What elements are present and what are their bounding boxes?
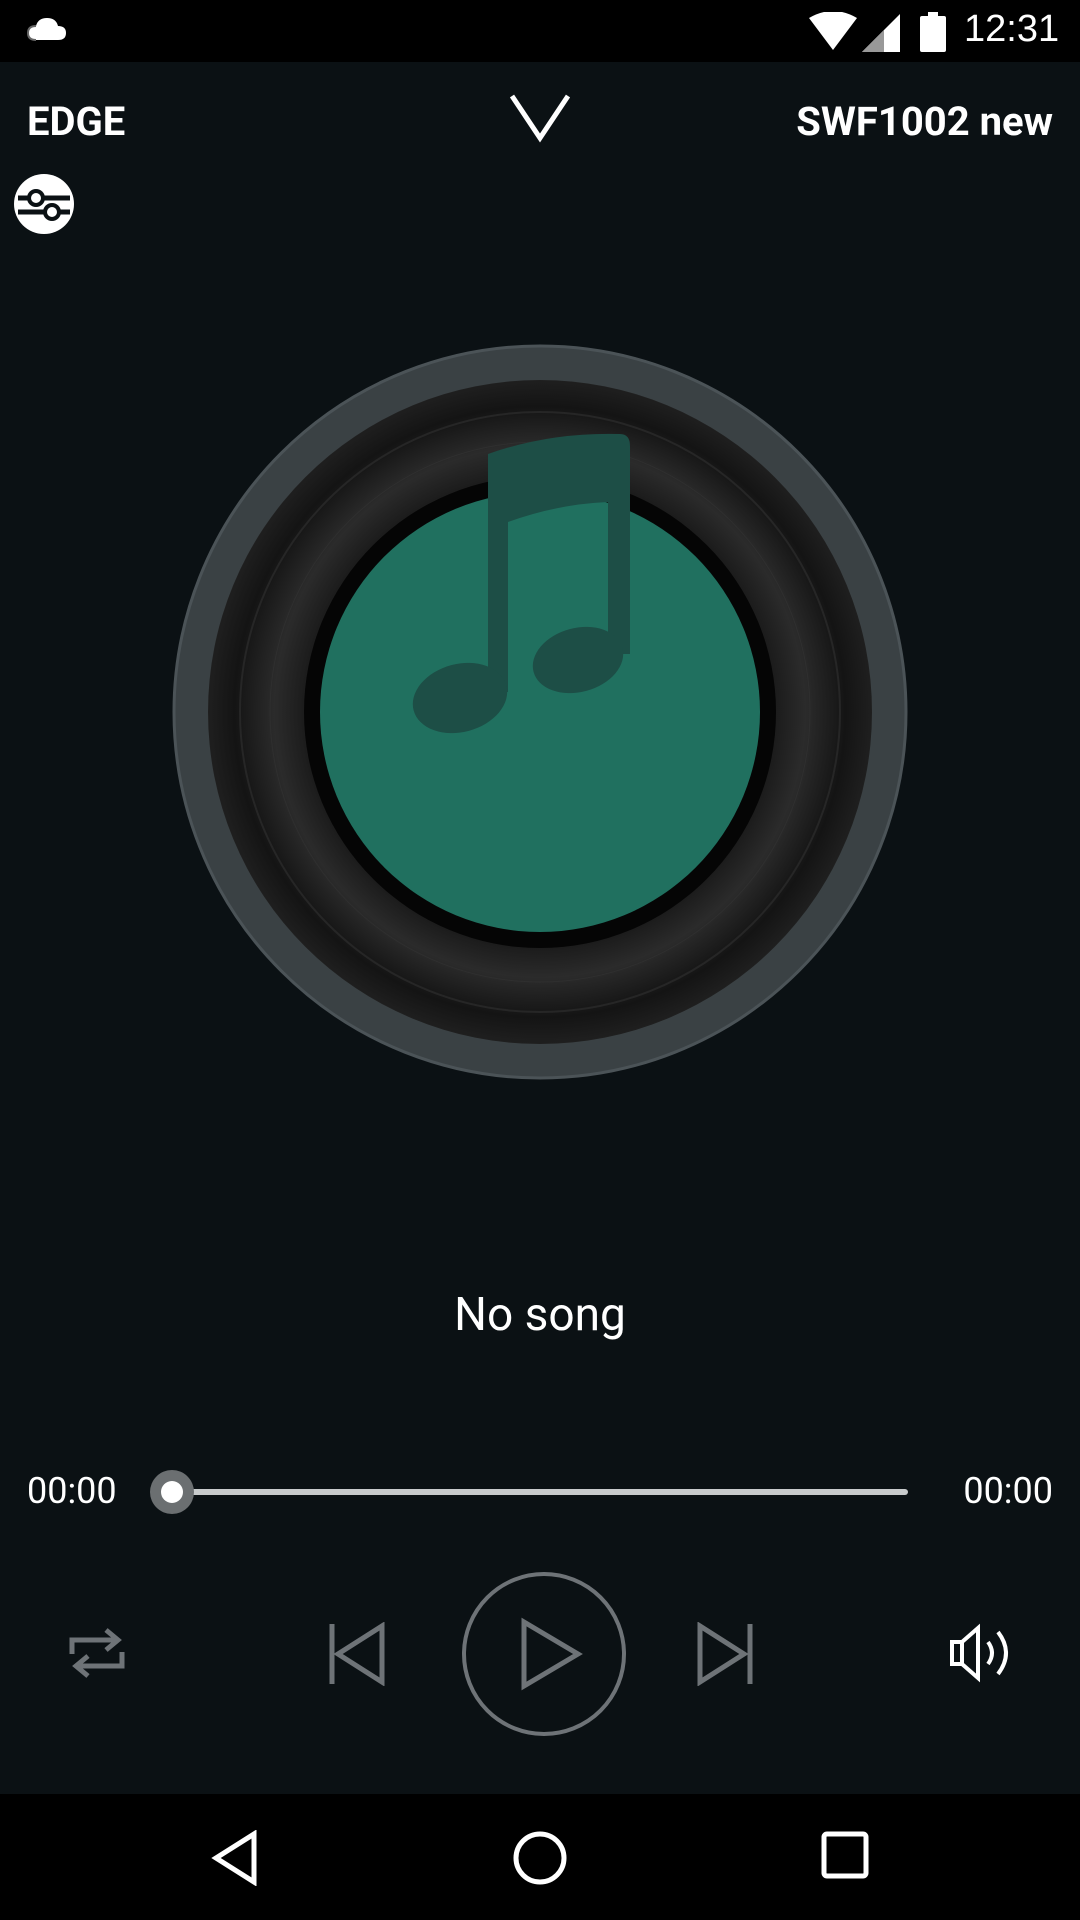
play-button[interactable]: [460, 1570, 628, 1742]
network-label: EDGE: [27, 98, 126, 145]
album-disc: [170, 342, 910, 1086]
volume-icon[interactable]: [948, 1620, 1020, 1690]
music-player: EDGE SWF1002 new No song 00:00 00:00: [0, 62, 1080, 1794]
battery-icon: [920, 12, 946, 56]
status-time: 12:31: [964, 8, 1060, 50]
previous-icon[interactable]: [326, 1621, 386, 1690]
repeat-icon[interactable]: [64, 1620, 130, 1690]
back-icon[interactable]: [210, 1829, 260, 1890]
next-icon[interactable]: [696, 1621, 756, 1690]
wifi-icon: [808, 11, 858, 56]
device-name: SWF1002 new: [796, 98, 1053, 145]
home-icon[interactable]: [512, 1830, 568, 1890]
seek-bar[interactable]: [172, 1489, 908, 1495]
song-title: No song: [454, 1288, 626, 1342]
navigation-bar: [0, 1794, 1080, 1920]
chevron-down-icon[interactable]: [508, 92, 572, 148]
play-icon: [521, 1617, 583, 1691]
recents-icon[interactable]: [820, 1830, 870, 1884]
equalizer-icon[interactable]: [12, 172, 76, 240]
cloud-icon: [26, 14, 70, 48]
signal-icon: [862, 14, 902, 56]
seek-thumb[interactable]: [150, 1470, 194, 1514]
status-bar: 12:31: [0, 0, 1080, 62]
elapsed-time: 00:00: [27, 1470, 117, 1512]
total-time: 00:00: [963, 1470, 1053, 1512]
